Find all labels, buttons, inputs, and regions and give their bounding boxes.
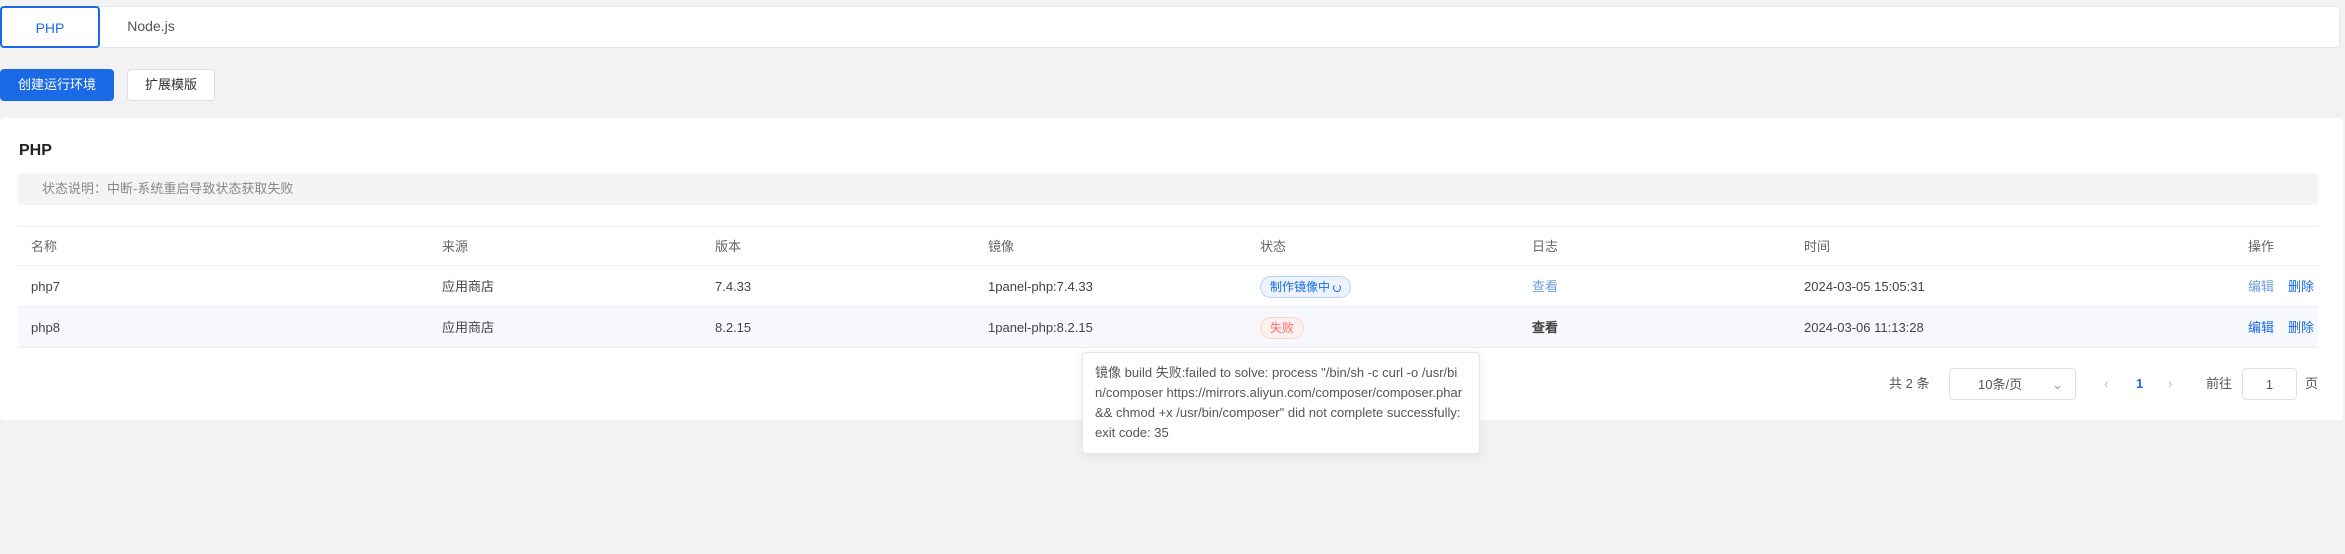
header-version: 版本 (715, 239, 742, 254)
error-tooltip: 镜像 build 失败:failed to solve: process "/b… (1082, 352, 1480, 454)
runtime-name-link[interactable]: php8 (31, 307, 60, 348)
chevron-right-icon[interactable]: › (2168, 368, 2172, 400)
spinner-icon (1333, 284, 1342, 292)
pagination-total: 共 2 条 (1889, 376, 1930, 391)
runtime-table: 名称 来源 版本 镜像 状态 日志 时间 操作 php7 应用商店 7.4.33… (18, 226, 2318, 348)
version-cell: 8.2.15 (715, 320, 752, 335)
image-cell: 1panel-php:8.2.15 (988, 320, 1093, 335)
actions-cell: 编辑 删除 (2248, 266, 2314, 307)
status-cell: 制作镜像中 (1260, 266, 1352, 307)
extension-template-button[interactable]: 扩展模版 (127, 69, 215, 101)
header-image: 镜像 (988, 239, 1015, 254)
header-time: 时间 (1804, 239, 1831, 254)
header-name: 名称 (31, 239, 58, 254)
runtime-name-link[interactable]: php7 (31, 266, 60, 307)
panel-title: PHP (19, 142, 52, 159)
page-number-current[interactable]: 1 (2136, 368, 2143, 400)
page-size-select[interactable]: 10条/页 ⌄ (1949, 368, 2076, 400)
status-cell: 失败 (1260, 307, 1305, 348)
header-log: 日志 (1532, 239, 1559, 254)
chevron-down-icon: ⌄ (2052, 377, 2063, 392)
edit-button[interactable]: 编辑 (2248, 320, 2274, 335)
runtime-tab-bar: PHP Node.js (0, 6, 2340, 48)
status-notice: 状态说明：中断-系统重启导致状态获取失败 (18, 173, 2318, 205)
delete-button[interactable]: 删除 (2288, 320, 2314, 335)
tab-nodejs[interactable]: Node.js (111, 6, 191, 48)
page-unit-label: 页 (2305, 376, 2319, 391)
time-cell: 2024-03-06 11:13:28 (1804, 320, 1924, 335)
status-badge[interactable]: 制作镜像中 (1260, 276, 1352, 298)
edit-button[interactable]: 编辑 (2248, 279, 2274, 294)
tab-php[interactable]: PHP (0, 6, 100, 48)
header-source: 来源 (442, 239, 469, 254)
status-text: 制作镜像中 (1270, 280, 1331, 294)
actions-cell: 编辑 删除 (2248, 307, 2314, 348)
view-log-link[interactable]: 查看 (1532, 266, 1558, 307)
image-cell: 1panel-php:7.4.33 (988, 279, 1093, 294)
goto-label: 前往 (2206, 376, 2233, 391)
table-row: php7 应用商店 7.4.33 1panel-php:7.4.33 制作镜像中… (18, 266, 2318, 307)
source-cell: 应用商店 (442, 279, 495, 294)
version-cell: 7.4.33 (715, 279, 752, 294)
source-cell: 应用商店 (442, 320, 495, 335)
status-badge[interactable]: 失败 (1260, 317, 1305, 339)
chevron-left-icon[interactable]: ‹ (2104, 368, 2108, 400)
view-log-link[interactable]: 查看 (1532, 307, 1558, 348)
table-header: 名称 来源 版本 镜像 状态 日志 时间 操作 (18, 226, 2318, 266)
table-row: php8 应用商店 8.2.15 1panel-php:8.2.15 失败 查看… (18, 307, 2318, 348)
time-cell: 2024-03-05 15:05:31 (1804, 279, 1925, 294)
header-status: 状态 (1260, 239, 1287, 254)
create-runtime-button[interactable]: 创建运行环境 (0, 69, 114, 101)
delete-button[interactable]: 删除 (2288, 279, 2314, 294)
page-jump-input[interactable]: 1 (2242, 368, 2297, 400)
header-actions: 操作 (2248, 239, 2275, 254)
page-size-value: 10条/页 (1978, 377, 2023, 392)
